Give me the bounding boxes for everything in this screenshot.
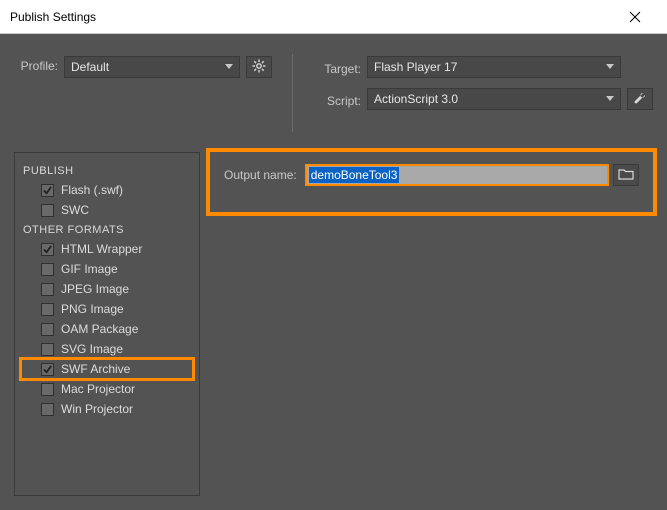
target-dropdown[interactable]: Flash Player 17 <box>367 56 621 78</box>
checkbox[interactable] <box>41 303 54 316</box>
profile-label: Profile: <box>14 56 58 73</box>
format-item[interactable]: Flash (.swf) <box>21 180 193 200</box>
titlebar: Publish Settings <box>0 0 667 34</box>
format-item-label: Mac Projector <box>61 382 135 396</box>
close-button[interactable] <box>613 2 657 32</box>
profile-settings-button[interactable] <box>246 56 272 78</box>
format-item[interactable]: JPEG Image <box>21 279 193 299</box>
format-item[interactable]: GIF Image <box>21 259 193 279</box>
profile-dropdown[interactable]: Default <box>64 56 240 78</box>
chevron-down-icon <box>606 64 614 70</box>
wrench-icon <box>633 91 647 108</box>
script-label: Script: <box>313 91 361 108</box>
format-item-label: PNG Image <box>61 302 124 316</box>
target-row: Target: Flash Player 17 <box>313 56 653 78</box>
script-value: ActionScript 3.0 <box>374 92 458 106</box>
formats-sidebar: PUBLISH Flash (.swf) SWC OTHER FORMATS HT… <box>14 152 200 496</box>
output-name-field[interactable]: demoBoneTool3 <box>307 166 607 184</box>
output-name-label: Output name: <box>224 168 301 182</box>
chevron-down-icon <box>606 96 614 102</box>
target-label: Target: <box>313 59 361 76</box>
publish-heading: PUBLISH <box>21 161 193 180</box>
lower-region: PUBLISH Flash (.swf) SWC OTHER FORMATS HT… <box>0 152 667 510</box>
checkbox[interactable] <box>41 363 54 376</box>
format-item[interactable]: SWF Archive <box>21 359 193 379</box>
other-formats-heading: OTHER FORMATS <box>21 220 193 239</box>
format-item-label: GIF Image <box>61 262 118 276</box>
format-item[interactable]: HTML Wrapper <box>21 239 193 259</box>
vertical-divider <box>292 54 293 132</box>
format-item-label: SWC <box>61 203 89 217</box>
checkbox[interactable] <box>41 243 54 256</box>
checkbox[interactable] <box>41 403 54 416</box>
output-row: Output name: demoBoneTool3 <box>224 164 639 186</box>
output-name-field-wrap: demoBoneTool3 <box>305 164 609 186</box>
profile-area: Profile: Default <box>14 48 272 152</box>
format-item-label: SVG Image <box>61 342 123 356</box>
checkbox[interactable] <box>41 383 54 396</box>
output-highlight: Output name: demoBoneTool3 <box>206 148 657 216</box>
format-item-label: SWF Archive <box>61 362 130 376</box>
script-dropdown[interactable]: ActionScript 3.0 <box>367 88 621 110</box>
right-panel: Output name: demoBoneTool3 <box>212 152 653 496</box>
format-item[interactable]: PNG Image <box>21 299 193 319</box>
top-region: Profile: Default Target: Flash Player 17 <box>0 34 667 152</box>
format-item-label: Win Projector <box>61 402 133 416</box>
format-item-label: JPEG Image <box>61 282 129 296</box>
browse-output-button[interactable] <box>613 164 639 186</box>
format-item[interactable]: OAM Package <box>21 319 193 339</box>
dialog-body: Profile: Default Target: Flash Player 17 <box>0 34 667 510</box>
format-item-label: HTML Wrapper <box>61 242 142 256</box>
checkbox[interactable] <box>41 184 54 197</box>
format-item-label: Flash (.swf) <box>61 183 123 197</box>
format-item[interactable]: Win Projector <box>21 399 193 419</box>
gear-icon <box>252 59 266 76</box>
checkbox[interactable] <box>41 323 54 336</box>
format-item-label: OAM Package <box>61 322 138 336</box>
target-script-area: Target: Flash Player 17 Script: ActionSc… <box>313 48 653 152</box>
format-item[interactable]: Mac Projector <box>21 379 193 399</box>
target-value: Flash Player 17 <box>374 60 457 74</box>
chevron-down-icon <box>225 64 233 70</box>
checkbox[interactable] <box>41 283 54 296</box>
format-item[interactable]: SVG Image <box>21 339 193 359</box>
window-title: Publish Settings <box>10 10 613 24</box>
checkbox[interactable] <box>41 204 54 217</box>
checkbox[interactable] <box>41 343 54 356</box>
folder-icon <box>618 168 634 183</box>
output-name-value: demoBoneTool3 <box>309 167 400 183</box>
script-row: Script: ActionScript 3.0 <box>313 88 653 110</box>
checkbox[interactable] <box>41 263 54 276</box>
script-settings-button[interactable] <box>627 88 653 110</box>
profile-value: Default <box>71 60 109 74</box>
format-item[interactable]: SWC <box>21 200 193 220</box>
